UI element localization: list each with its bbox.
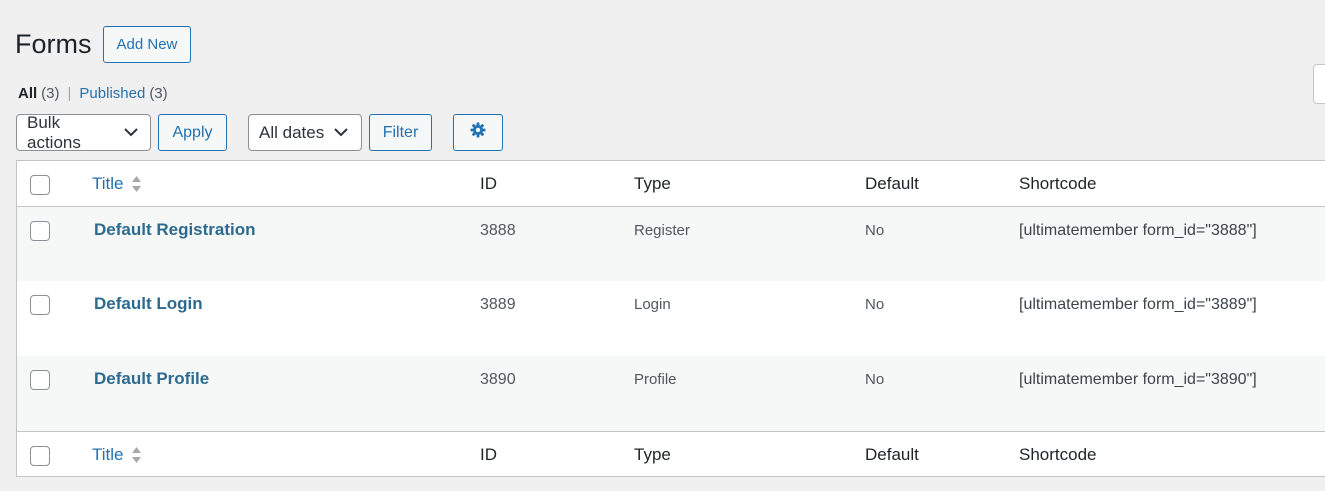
table-row: Default Registration 3888 Register No [u… xyxy=(17,207,1325,281)
form-default: No xyxy=(865,371,885,388)
table-footer-row: Title ID Type Default Shortcode xyxy=(17,431,1325,477)
filter-button[interactable]: Filter xyxy=(369,114,432,151)
add-new-button[interactable]: Add New xyxy=(102,26,192,63)
column-type-header: Type xyxy=(634,174,671,193)
column-title-header[interactable]: Title xyxy=(92,174,142,194)
table-row: Default Profile 3890 Profile No [ultimat… xyxy=(17,356,1325,431)
table-row: Default Login 3889 Login No [ultimatemem… xyxy=(17,281,1325,356)
sort-icon xyxy=(131,174,142,194)
column-title-footer[interactable]: Title xyxy=(92,445,142,465)
row-checkbox[interactable] xyxy=(30,370,50,390)
form-default: No xyxy=(865,296,885,313)
screen-settings-button[interactable] xyxy=(453,114,503,151)
tablenav-top: Bulk actions Apply All dates Filter xyxy=(16,112,503,152)
column-default-header: Default xyxy=(865,174,919,193)
status-filter-views: All (3) | Published (3) xyxy=(18,83,168,103)
chevron-down-icon xyxy=(124,126,138,140)
column-shortcode-footer: Shortcode xyxy=(1019,445,1097,464)
sort-icon xyxy=(131,445,142,465)
form-type: Register xyxy=(634,222,690,239)
form-id: 3888 xyxy=(480,222,516,239)
view-all-link[interactable]: All xyxy=(18,85,37,102)
forms-page: Forms Add New All (3) | Published (3) Bu… xyxy=(0,0,1325,491)
select-all-checkbox-footer[interactable] xyxy=(30,446,50,466)
column-type-footer: Type xyxy=(634,445,671,464)
page-heading: Forms Add New xyxy=(15,26,192,63)
row-checkbox[interactable] xyxy=(30,221,50,241)
gear-icon xyxy=(470,122,486,143)
table-header-row: Title ID Type Default Shortcode xyxy=(17,161,1325,207)
column-id-footer: ID xyxy=(480,445,497,464)
form-title-link[interactable]: Default Login xyxy=(94,294,203,314)
column-title-label: Title xyxy=(92,445,124,464)
form-default: No xyxy=(865,222,885,239)
form-title-link[interactable]: Default Registration xyxy=(94,220,256,240)
form-id: 3890 xyxy=(480,371,516,388)
form-type: Profile xyxy=(634,371,677,388)
bulk-actions-value: Bulk actions xyxy=(27,112,81,152)
column-shortcode-header: Shortcode xyxy=(1019,174,1097,193)
form-id: 3889 xyxy=(480,296,516,313)
dates-value: All dates xyxy=(259,122,325,142)
form-title-link[interactable]: Default Profile xyxy=(94,369,209,389)
view-published-count: (3) xyxy=(149,84,168,102)
bulk-actions-select[interactable]: Bulk actions xyxy=(16,112,151,152)
chevron-down-icon xyxy=(334,126,348,140)
dates-select[interactable]: All dates xyxy=(248,114,362,151)
view-separator: | xyxy=(67,84,72,102)
form-shortcode: [ultimatemember form_id="3888"] xyxy=(1019,222,1257,239)
form-shortcode: [ultimatemember form_id="3890"] xyxy=(1019,371,1257,388)
select-all-checkbox[interactable] xyxy=(30,175,50,195)
apply-button[interactable]: Apply xyxy=(158,114,227,151)
search-box-edge[interactable] xyxy=(1313,64,1325,104)
column-title-label: Title xyxy=(92,174,124,193)
row-checkbox[interactable] xyxy=(30,295,50,315)
form-type: Login xyxy=(634,296,671,313)
page-title: Forms xyxy=(15,29,92,59)
view-all-count: (3) xyxy=(41,84,60,102)
column-id-header: ID xyxy=(480,174,497,193)
forms-table: Title ID Type Default Shortcode Default … xyxy=(16,160,1325,477)
view-published-link[interactable]: Published xyxy=(79,85,145,102)
column-default-footer: Default xyxy=(865,445,919,464)
form-shortcode: [ultimatemember form_id="3889"] xyxy=(1019,296,1257,313)
